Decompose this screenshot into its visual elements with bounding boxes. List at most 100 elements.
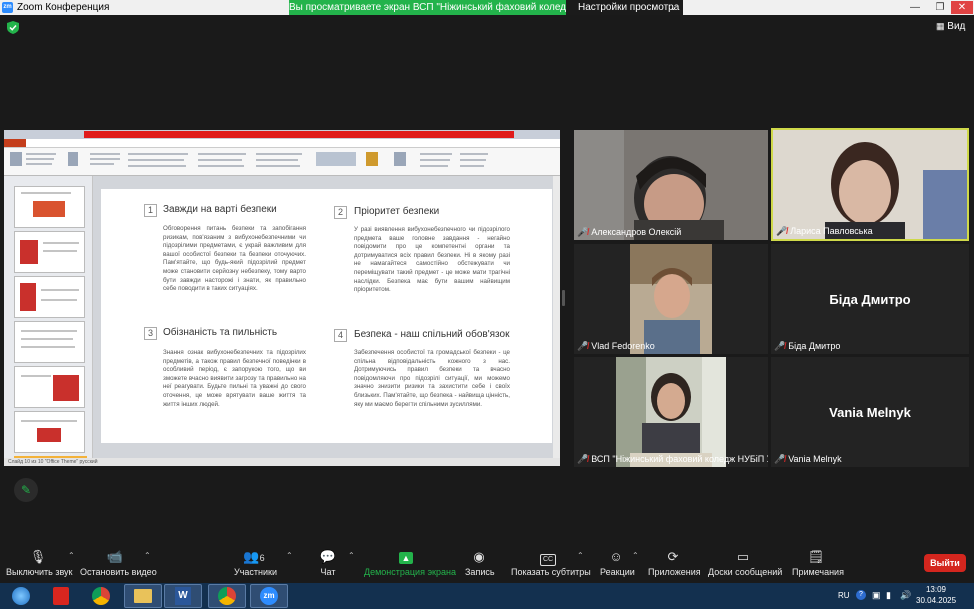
apps-label: Приложения (648, 567, 701, 577)
participants-icon: 👥6 (243, 549, 265, 564)
slide-scrollbar[interactable] (553, 176, 560, 458)
section-body: Забезпечення особистої та громадської бе… (354, 349, 510, 408)
video-tile-no-video[interactable]: Vania Melnyk 🎤̸ Vania Melnyk (771, 357, 969, 467)
status-text: Слайд 10 из 10 "Office Theme" русский (8, 459, 98, 465)
leave-button[interactable]: Выйти (924, 554, 966, 572)
share-label: Демонстрация экрана (364, 567, 456, 577)
share-screen-icon: ▲ (364, 549, 448, 564)
section-title: Завжди на варті безпеки (163, 204, 277, 215)
section-number: 2 (334, 206, 347, 219)
window-title: Zoom Конференция (17, 2, 110, 13)
video-tile[interactable]: 🎤̸ Vlad Fedorenko (574, 244, 768, 354)
powerpoint-status-bar: Слайд 10 из 10 "Office Theme" русский (4, 458, 560, 466)
chevron-up-icon[interactable]: ⌃ (144, 551, 151, 560)
minimize-icon[interactable]: — (904, 1, 926, 14)
zoom-taskbar-icon[interactable]: zm (250, 584, 288, 608)
section-number: 3 (144, 327, 157, 340)
grid-icon: ▦ (936, 21, 945, 31)
section-body: Обговорення питань безпеки та запобіганн… (163, 225, 306, 293)
chevron-down-icon: ⌄ (670, 3, 677, 12)
annotate-pencil-icon[interactable]: ✎ (14, 478, 38, 502)
language-indicator[interactable]: RU (838, 591, 850, 600)
mic-muted-icon: 🎤̸ (776, 226, 788, 236)
acrobat-icon[interactable] (42, 584, 80, 608)
new-slide-icon (68, 152, 78, 166)
network-icon[interactable]: ▮ (886, 590, 891, 601)
apps-icon: ⟳ (667, 549, 679, 564)
participants-button[interactable]: 👥6 Участники ⌃ (234, 549, 293, 577)
section-title: Безпека - наш спільний обов'язок (354, 329, 510, 340)
share-banner: Вы просматриваете экран ВСП "Ніжинський … (289, 0, 566, 15)
mic-muted-icon: 🎤̸ (577, 454, 589, 464)
participant-name: 🎤̸ Лариса Павловська (776, 226, 873, 236)
whiteboards-label: Доски сообщений (708, 567, 783, 577)
participant-video (773, 130, 967, 239)
participant-name: 🎤̸ Vania Melnyk (774, 454, 842, 464)
notes-button[interactable]: 🗒 Примечания (792, 549, 844, 577)
participant-video (616, 357, 726, 467)
participants-label: Участники (234, 567, 277, 577)
chevron-up-icon[interactable]: ⌃ (577, 551, 584, 560)
view-button[interactable]: ▦ Вид (936, 21, 965, 32)
reactions-label: Реакции (600, 567, 635, 577)
windows-taskbar: W zm (0, 583, 974, 609)
help-icon[interactable]: ? (856, 590, 866, 600)
captions-button[interactable]: CC Показать субтитры ⌃ (511, 549, 591, 577)
word-icon[interactable]: W (164, 584, 202, 608)
video-tile-active-speaker[interactable]: 🎤̸ Лариса Павловська (771, 128, 969, 241)
file-explorer-icon[interactable] (124, 584, 162, 608)
section-number: 1 (144, 204, 157, 217)
slide-thumbnails-pane (4, 176, 93, 460)
record-icon: ◉ (473, 549, 485, 564)
volume-icon[interactable]: 🔊 (900, 590, 911, 601)
whiteboard-icon: ▭ (736, 549, 750, 564)
chat-button[interactable]: 💬 Чат ⌃ (318, 549, 355, 577)
chevron-up-icon[interactable]: ⌃ (68, 551, 75, 560)
apps-button[interactable]: ⟳ Приложения (648, 549, 701, 577)
share-screen-button[interactable]: ▲ Демонстрация экрана (364, 549, 456, 577)
security-shield-icon[interactable] (7, 21, 19, 34)
close-icon[interactable]: ✕ (951, 1, 973, 14)
video-tile-no-video[interactable]: Біда Дмитро 🎤̸ Біда Дмитро (771, 244, 969, 354)
clock-date[interactable]: 30.04.2025 (916, 596, 956, 605)
clock-time[interactable]: 13:09 (916, 585, 956, 594)
mute-label: Выключить звук (6, 567, 73, 577)
mute-button[interactable]: 🎙 Выключить звук ⌃ (6, 549, 75, 577)
mic-muted-icon: 🎤̸ (577, 227, 589, 237)
chevron-up-icon[interactable]: ⌃ (286, 551, 293, 560)
restore-icon[interactable]: ❐ (929, 1, 951, 14)
participant-name: 🎤̸ Біда Дмитро (774, 341, 841, 351)
view-settings-button[interactable]: Настройки просмотра ⌄ (566, 0, 683, 15)
chat-icon: 💬 (319, 549, 337, 564)
arrange-icon (366, 152, 378, 166)
chevron-up-icon[interactable]: ⌃ (348, 551, 355, 560)
paste-icon (10, 152, 22, 166)
captions-label: Показать субтитры (511, 567, 591, 577)
mic-muted-icon: 🎤̸ (774, 454, 786, 464)
tray-apps-icon[interactable]: ▣ (872, 590, 881, 601)
chevron-up-icon[interactable]: ⌃ (632, 551, 639, 560)
windows-start-icon[interactable] (2, 584, 40, 608)
chrome-icon-2[interactable] (208, 584, 246, 608)
video-button[interactable]: 📹 Остановить видео ⌃ (80, 549, 157, 577)
slide-editor: 1 Завжди на варті безпеки Обговорення пи… (93, 176, 553, 458)
reactions-button[interactable]: ☺ Реакции ⌃ (600, 549, 639, 577)
participant-video (630, 244, 712, 354)
view-label: Вид (947, 21, 966, 32)
panel-splitter[interactable] (562, 290, 565, 306)
quick-styles-icon (394, 152, 406, 166)
section-number: 4 (334, 329, 347, 342)
whiteboards-button[interactable]: ▭ Доски сообщений (708, 549, 782, 577)
video-tile[interactable]: 🎤̸ Александров Олексій (574, 130, 768, 240)
microphone-icon: 🎙 (29, 549, 47, 564)
cc-icon: CC (511, 549, 585, 566)
participant-name: 🎤̸ ВСП "Ніжинський фаховий коледж НУБіП У… (577, 454, 768, 464)
mic-muted-icon: 🎤̸ (577, 341, 589, 351)
record-button[interactable]: ◉ Запись (465, 549, 495, 577)
video-tile[interactable]: 🎤̸ ВСП "Ніжинський фаховий коледж НУБіП У… (574, 357, 768, 467)
section-title: Пріоритет безпеки (354, 206, 440, 217)
participant-name: 🎤̸ Александров Олексій (577, 227, 682, 237)
participant-video (574, 130, 768, 240)
view-settings-label: Настройки просмотра (578, 2, 680, 13)
chrome-icon[interactable] (82, 584, 120, 608)
